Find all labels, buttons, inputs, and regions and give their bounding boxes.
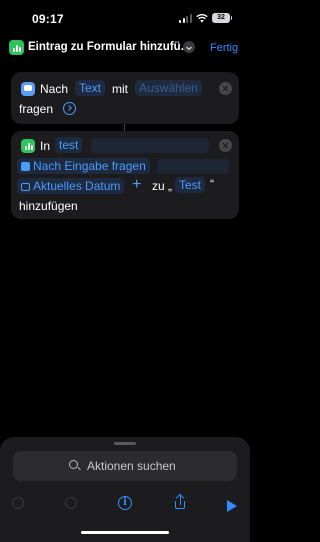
- label-nach: Nach: [40, 82, 69, 96]
- signal-icon: [179, 14, 192, 23]
- input-type-token[interactable]: Text: [75, 80, 106, 96]
- spreadsheet-icon[interactable]: [9, 40, 24, 55]
- status-time: 09:17: [32, 12, 64, 26]
- label-mit: mit: [112, 82, 128, 96]
- current-date-label: Aktuelles Datum: [33, 179, 121, 193]
- sheet-name-token[interactable]: Test: [175, 177, 206, 193]
- label-zu: zu „: [152, 179, 173, 193]
- shortcut-title[interactable]: Eintrag zu Formular hinzufü...: [28, 41, 190, 53]
- header: Eintrag zu Formular hinzufü... Fertig: [0, 36, 250, 62]
- done-button[interactable]: Fertig: [210, 42, 238, 54]
- ask-input-variable-label: Nach Eingabe fragen: [33, 159, 146, 173]
- label-quote: “: [210, 177, 214, 191]
- sheet-grabber[interactable]: [114, 442, 136, 445]
- redo-icon[interactable]: [65, 497, 77, 509]
- undo-icon[interactable]: [12, 497, 24, 509]
- ask-for-input-action[interactable]: Nach Text mit Auswählen fragen: [11, 72, 239, 124]
- ask-input-icon: [21, 82, 35, 96]
- home-indicator: [81, 531, 169, 534]
- search-actions-input[interactable]: Aktionen suchen: [13, 451, 237, 481]
- file-token[interactable]: test: [55, 137, 83, 153]
- label-in: In: [40, 139, 51, 153]
- label-fragen: fragen: [19, 102, 54, 116]
- remove-action-button[interactable]: [219, 82, 232, 95]
- search-icon: [69, 460, 78, 469]
- info-icon[interactable]: i: [118, 496, 132, 510]
- expand-options-icon[interactable]: [63, 102, 76, 115]
- remove-action-button[interactable]: [219, 139, 232, 152]
- action-connector: [124, 124, 125, 131]
- share-icon[interactable]: [172, 493, 190, 513]
- play-icon[interactable]: [227, 500, 237, 512]
- chevron-down-icon[interactable]: [183, 41, 195, 53]
- ask-input-variable[interactable]: Nach Eingabe fragen: [17, 158, 150, 174]
- current-date-variable[interactable]: Aktuelles Datum: [17, 178, 125, 194]
- label-hinzufuegen: hinzufügen: [19, 199, 78, 213]
- calendar-icon: [21, 183, 30, 191]
- search-placeholder: Aktionen suchen: [87, 459, 176, 473]
- battery-indicator: 32: [212, 13, 232, 23]
- ask-input-icon: [21, 162, 30, 171]
- ask-input-field[interactable]: [157, 159, 229, 174]
- spreadsheet-icon: [21, 139, 35, 153]
- wifi-icon: [196, 14, 208, 23]
- file-token-field[interactable]: [91, 138, 209, 153]
- add-row-action[interactable]: In test Nach Eingabe fragen Aktuelles Da…: [11, 131, 239, 219]
- prompt-select-token[interactable]: Auswählen: [135, 80, 202, 96]
- add-value-button[interactable]: +: [132, 177, 141, 193]
- action-search-sheet: Aktionen suchen: [0, 437, 250, 542]
- status-bar: 09:17 32: [0, 0, 250, 36]
